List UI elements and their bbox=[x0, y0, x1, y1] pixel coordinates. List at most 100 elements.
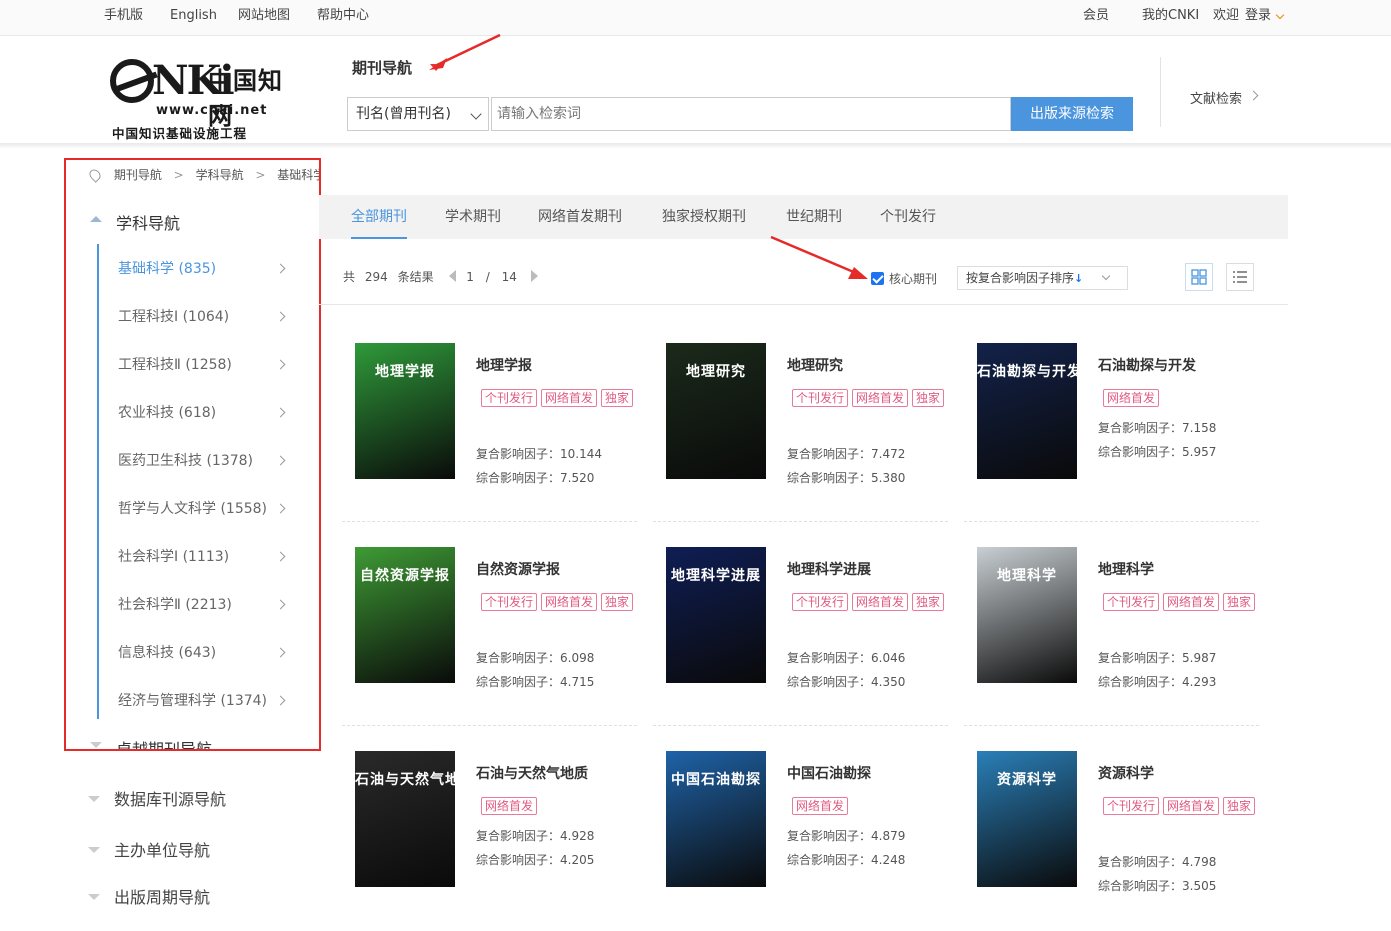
chevron-right-icon bbox=[275, 551, 286, 562]
database-nav-header[interactable]: 数据库刊源导航 bbox=[88, 786, 226, 810]
sidebar-item[interactable]: 农业科技 (618) bbox=[118, 398, 298, 428]
badge: 独家 bbox=[1223, 797, 1256, 815]
chevron-down-icon[interactable] bbox=[1275, 10, 1285, 20]
journal-card[interactable]: 资源科学 资源科学 个刊发行 网络首发 独家 复合影响因子：4.798 综合影响因子：3.5… bbox=[964, 751, 1259, 931]
chevron-right-icon bbox=[275, 647, 286, 658]
chevron-down-icon bbox=[88, 847, 100, 853]
journal-nav-title[interactable]: 期刊导航 bbox=[352, 57, 412, 78]
journal-cover[interactable]: 自然资源学报 bbox=[355, 547, 455, 683]
sidebar-item[interactable]: 基础科学 (835) bbox=[118, 254, 298, 284]
sidebar-item[interactable]: 哲学与人文科学 (1558) bbox=[118, 494, 298, 524]
journal-card[interactable]: 地理研究 地理研究 个刊发行 网络首发 独家 复合影响因子：7.472 综合影响因子：5.3… bbox=[653, 343, 948, 523]
journal-title[interactable]: 自然资源学报 bbox=[476, 559, 560, 579]
cover-title: 资源科学 bbox=[997, 772, 1057, 788]
journal-cover[interactable]: 石油与天然气地质 bbox=[355, 751, 455, 887]
globe-icon bbox=[110, 59, 154, 103]
cover-title: 石油与天然气地质 bbox=[355, 772, 455, 788]
journal-card[interactable]: 地理科学进展 地理科学进展 个刊发行 网络首发 独家 复合影响因子：6.046 综合影响因子… bbox=[653, 547, 948, 727]
journal-title[interactable]: 地理科学进展 bbox=[787, 559, 871, 579]
breadcrumb-item[interactable]: 基础科学 bbox=[277, 168, 319, 182]
logo-url: www.cnki.net bbox=[156, 103, 268, 118]
card-divider bbox=[964, 725, 1259, 726]
card-divider bbox=[653, 725, 948, 726]
impact-factor: 复合影响因子：7.472 bbox=[787, 447, 906, 461]
impact-factor: 复合影响因子：4.798 bbox=[1098, 855, 1217, 869]
chevron-up-icon bbox=[90, 216, 102, 222]
journal-cover[interactable]: 石油勘探与开发 bbox=[977, 343, 1077, 479]
journal-cover[interactable]: 地理研究 bbox=[666, 343, 766, 479]
search-field-select[interactable]: 刊名(曾用刊名) bbox=[347, 97, 489, 131]
journal-title[interactable]: 地理科学 bbox=[1098, 559, 1154, 579]
logo-cn: 中国知网 bbox=[208, 66, 283, 130]
impact-factor: 复合影响因子：4.879 bbox=[787, 829, 906, 843]
journal-card[interactable]: 自然资源学报 自然资源学报 个刊发行 网络首发 独家 复合影响因子：6.098 综合影响因子… bbox=[342, 547, 637, 727]
breadcrumb-item[interactable]: 学科导航 bbox=[196, 168, 244, 182]
sidebar-item[interactable]: 经济与管理科学 (1374) bbox=[118, 686, 298, 716]
badge: 个刊发行 bbox=[792, 593, 849, 611]
impact-factor: 复合影响因子：5.987 bbox=[1098, 651, 1217, 665]
search-button[interactable]: 出版来源检索 bbox=[1011, 97, 1133, 131]
tab-academic[interactable]: 学术期刊 bbox=[445, 195, 501, 239]
result-prefix: 共 bbox=[343, 270, 356, 284]
grid-view-button[interactable] bbox=[1185, 263, 1213, 291]
sidebar-item[interactable]: 社会科学Ⅱ (2213) bbox=[118, 590, 298, 620]
tab-all[interactable]: 全部期刊 bbox=[351, 195, 407, 239]
badge: 网络首发 bbox=[1163, 593, 1220, 611]
tab-exclusive[interactable]: 独家授权期刊 bbox=[662, 195, 746, 239]
sidebar-item[interactable]: 工程科技Ⅰ (1064) bbox=[118, 302, 298, 332]
journal-cover[interactable]: 资源科学 bbox=[977, 751, 1077, 887]
journal-card[interactable]: 地理学报 地理学报 个刊发行 网络首发 独家 复合影响因子：10.144 综合影响因子：7.… bbox=[342, 343, 637, 523]
journal-card[interactable]: 地理科学 地理科学 个刊发行 网络首发 独家 复合影响因子：5.987 综合影响因子：4.2… bbox=[964, 547, 1259, 727]
section-title: 主办单位导航 bbox=[114, 841, 211, 860]
cnki-logo[interactable]: NKi 中国知网 www.cnki.net 中国知识基础设施工程 bbox=[108, 57, 298, 141]
sidebar-item[interactable]: 信息科技 (643) bbox=[118, 638, 298, 668]
sponsor-nav-header[interactable]: 主办单位导航 bbox=[88, 837, 210, 861]
core-journal-checkbox[interactable]: 核心期刊 bbox=[871, 270, 937, 287]
badge-group: 个刊发行 网络首发 独家 bbox=[792, 593, 952, 619]
prev-page-icon[interactable] bbox=[449, 270, 457, 282]
impact-factor: 综合影响因子：4.293 bbox=[1098, 675, 1217, 689]
badge: 个刊发行 bbox=[1103, 593, 1160, 611]
journal-title[interactable]: 地理研究 bbox=[787, 355, 843, 375]
sort-label: 按复合影响因子排序 bbox=[966, 271, 1075, 285]
journal-title[interactable]: 石油勘探与开发 bbox=[1098, 355, 1196, 375]
impact-factor: 综合影响因子：5.380 bbox=[787, 471, 906, 485]
member-link[interactable]: 会员 bbox=[1083, 0, 1109, 32]
journal-card[interactable]: 中国石油勘探 中国石油勘探 网络首发 复合影响因子：4.879 综合影响因子：4.248 bbox=[653, 751, 948, 931]
journal-cover[interactable]: 地理科学进展 bbox=[666, 547, 766, 683]
sidebar-item[interactable]: 医药卫生科技 (1378) bbox=[118, 446, 298, 476]
journal-title[interactable]: 资源科学 bbox=[1098, 763, 1154, 783]
journal-title[interactable]: 石油与天然气地质 bbox=[476, 763, 588, 783]
period-nav-header[interactable]: 出版周期导航 bbox=[88, 884, 210, 908]
journal-cover[interactable]: 地理科学 bbox=[977, 547, 1077, 683]
my-cnki-link[interactable]: 我的CNKI bbox=[1142, 0, 1199, 32]
journal-card[interactable]: 石油与天然气地质 石油与天然气地质网络首发复合影响因子：4.928 综合影响因子：4… bbox=[342, 751, 637, 931]
card-divider bbox=[653, 521, 948, 522]
next-page-icon[interactable] bbox=[530, 270, 538, 282]
journal-card[interactable]: 石油勘探与开发 石油勘探与开发 网络首发 复合影响因子：7.158 综合影响因子：5.9… bbox=[964, 343, 1259, 523]
sidebar-item[interactable]: 社会科学Ⅰ (1113) bbox=[118, 542, 298, 572]
impact-factor: 复合影响因子：6.098 bbox=[476, 651, 595, 665]
tab-online-first[interactable]: 网络首发期刊 bbox=[538, 195, 622, 239]
sidebar-item-label: 医药卫生科技 (1378) bbox=[118, 453, 254, 469]
journal-title[interactable]: 地理学报 bbox=[476, 355, 532, 375]
badge: 独家 bbox=[601, 593, 634, 611]
list-view-button[interactable] bbox=[1226, 263, 1254, 291]
journal-cover[interactable]: 地理学报 bbox=[355, 343, 455, 479]
impact-factor: 复合影响因子：4.928 bbox=[476, 829, 595, 843]
search-input[interactable]: 请输入检索词 bbox=[491, 97, 1011, 131]
chevron-right-icon bbox=[1248, 90, 1259, 101]
breadcrumb-item[interactable]: 期刊导航 bbox=[114, 168, 162, 182]
page-sep: / bbox=[485, 270, 490, 284]
journal-title[interactable]: 中国石油勘探 bbox=[787, 763, 871, 783]
journal-cover[interactable]: 中国石油勘探 bbox=[666, 751, 766, 887]
tab-individual[interactable]: 个刊发行 bbox=[880, 195, 936, 239]
sort-select[interactable]: 按复合影响因子排序↓ bbox=[957, 266, 1128, 290]
login-link[interactable]: 登录 bbox=[1245, 0, 1271, 32]
doc-search-link[interactable]: 文献检索 bbox=[1190, 88, 1242, 107]
search-bar: 刊名(曾用刊名) 请输入检索词 出版来源检索 bbox=[347, 97, 1133, 131]
list-icon bbox=[1233, 271, 1247, 283]
sidebar-item[interactable]: 工程科技Ⅱ (1258) bbox=[118, 350, 298, 380]
sidebar-item-label: 基础科学 (835) bbox=[118, 261, 217, 277]
cover-title: 地理研究 bbox=[686, 364, 746, 380]
